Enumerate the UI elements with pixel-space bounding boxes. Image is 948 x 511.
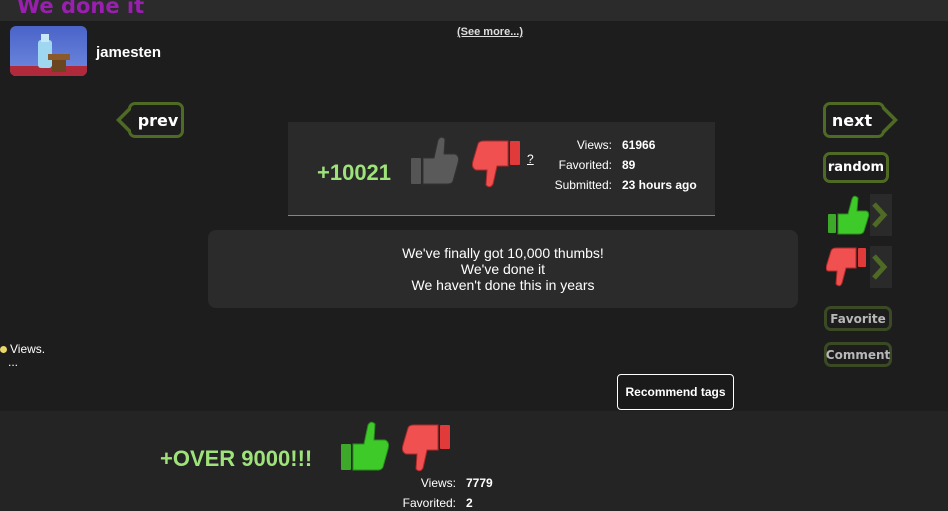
thumbs-down-button[interactable] xyxy=(471,140,522,190)
views-label: Views: xyxy=(576,138,612,152)
submitted-value: 23 hours ago xyxy=(622,178,697,192)
thumbs-up-button[interactable] xyxy=(410,136,460,186)
description-line: We haven't done this in years xyxy=(411,277,595,293)
submitted-label: Submitted: xyxy=(554,178,612,192)
comment-button[interactable]: Comment xyxy=(824,342,892,367)
description-box: We've finally got 10,000 thumbs! We've d… xyxy=(208,230,798,308)
page-title: We done it xyxy=(17,0,145,18)
recommend-tags-button[interactable]: Recommend tags xyxy=(617,374,734,410)
next-post-views-label: Views: xyxy=(420,476,456,490)
next-arrow-tip-inner xyxy=(882,109,893,131)
thumbs-down-red-icon xyxy=(825,247,866,287)
thumbs-up-gray-icon xyxy=(411,136,460,185)
favorited-label: Favorited: xyxy=(558,158,612,172)
favorited-value: 89 xyxy=(622,158,636,172)
random-button[interactable]: random xyxy=(823,152,889,183)
score: +10021 xyxy=(317,160,392,185)
thumbs-down-red-icon xyxy=(471,140,520,188)
left-views-text: Views. xyxy=(0,342,45,356)
left-views-label: Views. xyxy=(10,342,46,356)
help-link[interactable]: ? xyxy=(527,152,534,166)
next-thumbs-up-button[interactable] xyxy=(826,194,892,236)
description-line: We've done it xyxy=(460,261,546,277)
next-post-favorited-value: 2 xyxy=(466,496,473,510)
next-post-thumbs-down-button[interactable] xyxy=(401,424,452,474)
thumbs-down-red-icon xyxy=(401,424,450,472)
thumbs-up-green-icon xyxy=(341,421,390,471)
avatar[interactable] xyxy=(10,26,87,76)
views-value: 61966 xyxy=(622,138,656,152)
bullet-icon xyxy=(0,346,7,354)
next-post-favorited-label: Favorited: xyxy=(402,496,456,510)
left-ellipsis: ... xyxy=(8,355,19,369)
next-post-score: +OVER 9000!!! xyxy=(160,446,313,471)
thumbs-up-green-icon xyxy=(828,195,870,235)
prev-arrow-tip-inner xyxy=(121,109,132,131)
prev-button[interactable]: prev xyxy=(128,102,184,138)
next-post-views-value: 7779 xyxy=(466,476,493,490)
description-line: We've finally got 10,000 thumbs! xyxy=(402,245,604,261)
username-link[interactable]: jamesten xyxy=(96,44,161,61)
next-button[interactable]: next xyxy=(823,102,885,138)
next-thumbs-down-button[interactable] xyxy=(825,246,892,288)
next-post-panel xyxy=(0,411,948,511)
favorite-button[interactable]: Favorite xyxy=(824,306,892,331)
next-post-thumbs-up-button[interactable] xyxy=(340,420,390,472)
see-more-link[interactable]: (See more...) xyxy=(457,26,523,38)
